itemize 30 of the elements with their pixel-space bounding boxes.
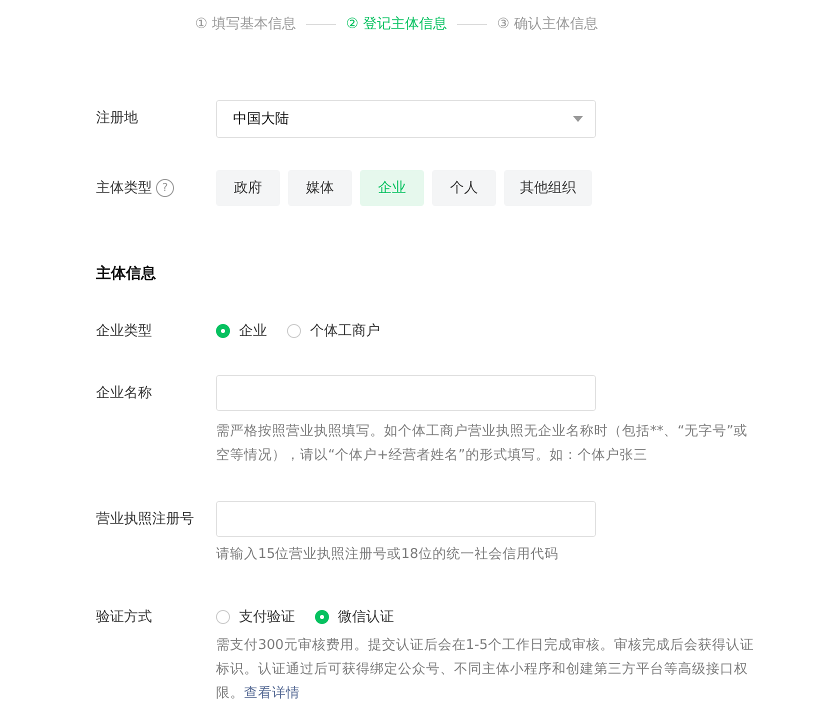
step-indicator: ① 填写基本信息 <box>195 15 296 33</box>
input-field[interactable] <box>216 375 596 411</box>
radio-label[interactable]: 支付验证 <box>239 608 295 626</box>
help-text: 请输入15位营业执照注册号或18位的统一社会信用代码 <box>216 545 560 564</box>
help-text: 需支付300元审核费用。提交认证后会在1-5个工作日完成审核。审核完成后会获得认证标识。认证通过后可获得绑定公众号、不同主体小程序和创建第三方平台等高级接口权限。查看详情 <box>216 636 755 703</box>
field-label: 企业类型 <box>96 322 153 341</box>
radio-label[interactable]: 个体工商户 <box>310 322 380 340</box>
radio-label[interactable]: 微信认证 <box>338 608 394 626</box>
radio-button[interactable] <box>315 610 329 624</box>
field-label: 企业名称 <box>96 384 153 403</box>
step-indicator: ② 登记主体信息 <box>346 15 448 33</box>
details-link[interactable]: 查看详情 <box>244 685 300 701</box>
type-option[interactable]: 媒体 <box>288 170 352 206</box>
input-field[interactable] <box>216 501 596 537</box>
region-dropdown[interactable]: 中国大陆 <box>216 100 596 138</box>
type-option[interactable]: 其他组织 <box>504 170 592 206</box>
field-label: 验证方式 <box>96 608 153 627</box>
type-option[interactable]: 个人 <box>432 170 496 206</box>
section-title: 主体信息 <box>96 264 157 283</box>
step-indicator: ③ 确认主体信息 <box>497 15 598 33</box>
field-label: 主体类型 <box>96 179 152 198</box>
caret-icon <box>573 116 583 122</box>
radio-button[interactable] <box>216 610 230 624</box>
help-text: 需严格按照营业执照填写。如个体工商户营业执照无企业名称时（包括**、“无字号”或空等情况），请以“个体户+经营者姓名”的形式填写。如：个体户张三 <box>216 422 748 465</box>
field-label: 注册地 <box>96 109 139 128</box>
radio-label[interactable]: 企业 <box>239 322 267 340</box>
field-label: 营业执照注册号 <box>96 510 195 529</box>
radio-button[interactable] <box>216 324 230 338</box>
radio-button[interactable] <box>287 324 301 338</box>
type-option[interactable]: 政府 <box>216 170 280 206</box>
